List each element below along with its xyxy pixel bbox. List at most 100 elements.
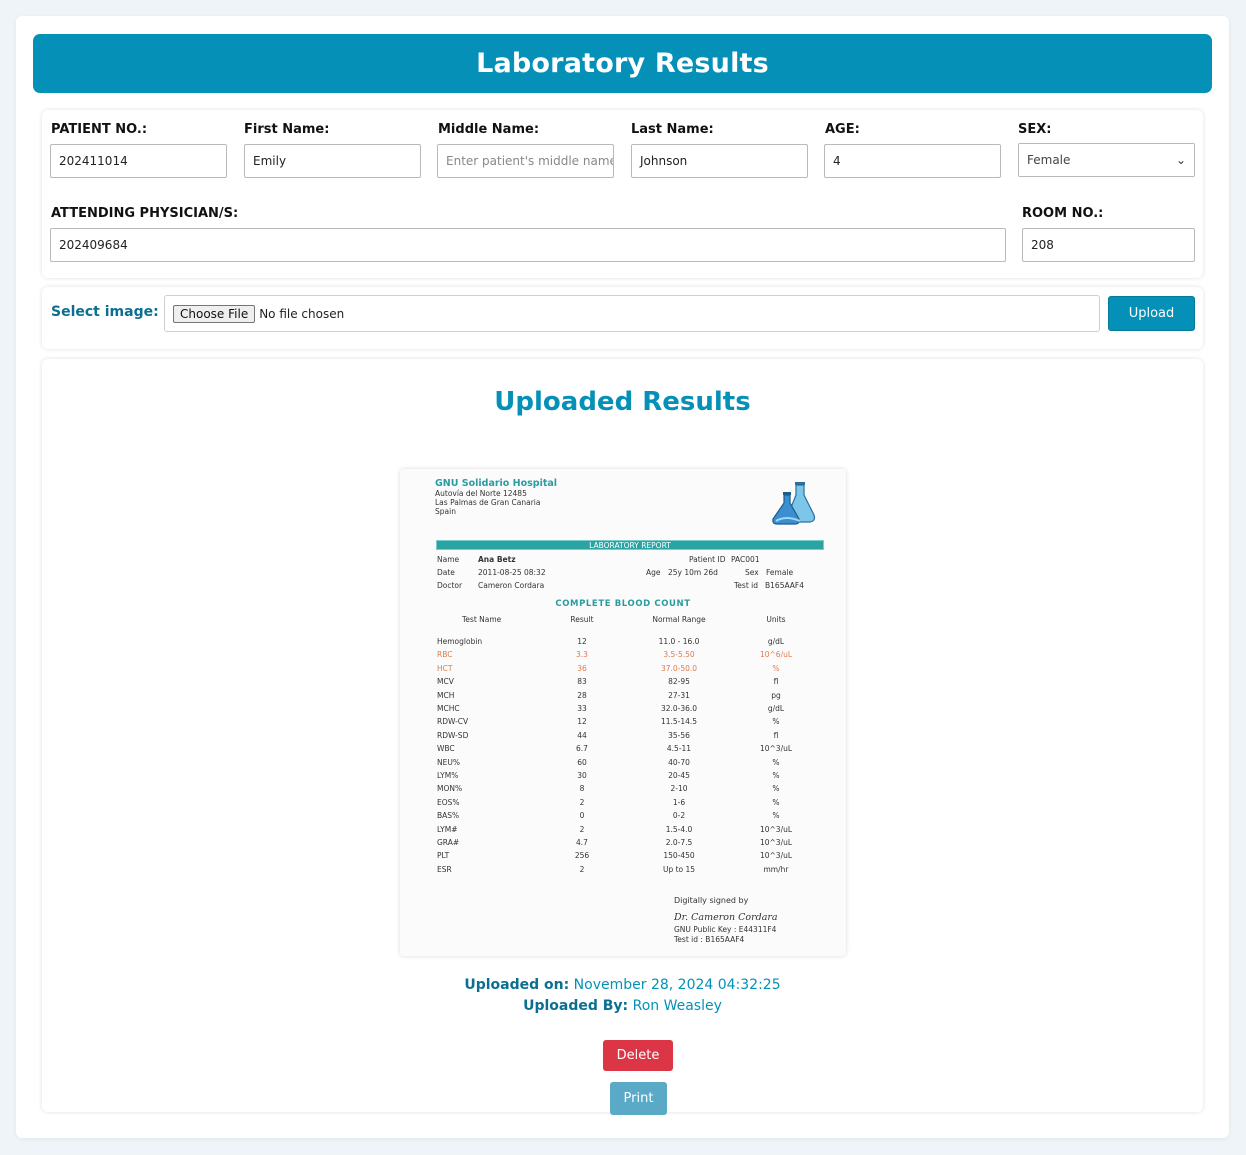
age-label: AGE:	[825, 122, 860, 137]
age-input[interactable]: 4	[824, 144, 1001, 178]
report-cell-name: MCHC	[437, 704, 460, 713]
report-cell-name: LYM%	[437, 771, 459, 780]
report-cell-range: 37.0-50.0	[660, 663, 698, 673]
sex-select[interactable]: Female ⌄	[1018, 143, 1195, 177]
report-cell-range: 3.5-5.50	[663, 650, 695, 660]
choose-file-button[interactable]: Choose File	[173, 304, 256, 323]
report-table-row: GRA# 4.7 2.0-7.5 10^3/uL	[400, 838, 846, 848]
report-cell-units: %	[772, 784, 780, 794]
physician-input[interactable]: 202409684	[50, 228, 1006, 262]
uploaded-on-line: Uploaded on: November 28, 2024 04:32:25	[42, 977, 1203, 993]
report-age-label: Age	[646, 568, 661, 577]
report-patient-id: PAC001	[731, 555, 760, 564]
report-cell-range: 150-450	[663, 851, 695, 861]
results-title: Uploaded Results	[494, 387, 751, 417]
report-sex: Female	[766, 568, 794, 577]
report-cell-range: 11.5-14.5	[660, 717, 698, 727]
signed-by-text: Digitally signed by	[674, 896, 749, 905]
report-cell-name: Hemoglobin	[437, 637, 483, 646]
report-cell-units: 10^6/uL	[759, 650, 793, 660]
report-cell-units: g/dL	[767, 637, 785, 646]
report-cell-result: 2	[579, 864, 585, 874]
report-cell-range: 1.5-4.0	[665, 824, 693, 834]
report-cell-range: 35-56	[668, 730, 690, 740]
last-name-input[interactable]: Johnson	[631, 144, 808, 178]
signature-details: GNU Public Key : E44311F4 Test id : B165…	[674, 925, 777, 944]
report-cell-name: RBC	[437, 650, 453, 660]
signature: Dr. Cameron Cordara	[674, 912, 778, 923]
report-cell-result: 12	[577, 637, 587, 646]
report-doctor: Cameron Cordara	[478, 581, 545, 590]
report-cell-name: BAS%	[437, 811, 460, 821]
report-cell-range: 4.5-11	[666, 744, 692, 754]
report-cell-result: 2	[579, 797, 585, 807]
report-cell-units: %	[772, 797, 780, 807]
middle-name-label: Middle Name:	[438, 122, 540, 137]
report-cell-units: mm/hr	[763, 864, 789, 874]
report-table-row: RDW-SD 44 35-56 fl	[400, 731, 846, 741]
report-cell-result: 2	[579, 824, 585, 834]
report-cell-result: 60	[577, 757, 587, 767]
report-table-row: NEU% 60 40-70%	[400, 758, 846, 768]
report-cell-result: 28	[577, 690, 587, 700]
patient-no-input[interactable]: 202411014	[50, 144, 227, 178]
report-cell-result: 36	[577, 663, 587, 673]
results-card: Uploaded Results GNU Solidario Hospital …	[42, 359, 1203, 1115]
report-cell-name: MON%	[437, 784, 463, 794]
report-cell-name: GRA#	[437, 838, 460, 847]
uploaded-by-label: Uploaded By:	[523, 998, 629, 1014]
report-table-row: LYM# 2 1.5-4.0 10^3/uL	[400, 825, 846, 835]
report-section-title: COMPLETE BLOOD COUNT	[555, 599, 691, 609]
print-button[interactable]: Print	[610, 1082, 667, 1115]
report-cell-name: ESR	[437, 864, 452, 874]
report-cell-result: 8	[579, 784, 585, 794]
report-cell-units: 10^3/uL	[759, 838, 793, 847]
report-cell-range: 82-95	[668, 677, 690, 687]
report-cell-units: 10^3/uL	[759, 851, 793, 861]
room-input[interactable]: 208	[1022, 228, 1195, 262]
report-cell-units: pg	[771, 690, 781, 700]
file-input[interactable]: Choose File No file chosen	[164, 295, 1100, 332]
report-age: 25y 10m 26d	[668, 568, 718, 577]
uploaded-on-label: Uploaded on:	[464, 977, 570, 993]
patient-info-card: PATIENT NO.: 202411014 First Name: Emily…	[42, 110, 1203, 278]
report-cell-result: 4.7	[576, 838, 588, 847]
report-cell-result: 6.7	[576, 744, 588, 754]
report-cell-range: 2.0-7.5	[665, 838, 693, 847]
report-cell-units: g/dL	[767, 704, 785, 713]
report-cell-units: fl	[773, 730, 779, 740]
report-cell-units: fl	[773, 677, 779, 687]
sex-value: Female	[1027, 153, 1071, 167]
report-cell-range: 27-31	[668, 690, 690, 700]
report-cell-name: MCH	[437, 690, 455, 700]
report-name: Ana Betz	[478, 555, 516, 564]
report-banner: LABORATORY REPORT	[436, 540, 824, 550]
report-cell-units: %	[772, 771, 780, 780]
first-name-label: First Name:	[244, 122, 330, 137]
report-cell-result: 256	[574, 851, 590, 861]
first-name-input[interactable]: Emily	[244, 144, 421, 178]
report-table-row: MON% 8 2-10%	[400, 784, 846, 794]
report-table-row: MCV 83 82-95 fl	[400, 677, 846, 687]
report-cell-result: 83	[577, 677, 587, 687]
uploaded-on-value: November 28, 2024 04:32:25	[573, 977, 781, 993]
report-cell-range: 0-2	[672, 811, 686, 821]
report-hospital-name: GNU Solidario Hospital	[435, 478, 558, 489]
room-label: ROOM NO.:	[1022, 206, 1104, 221]
report-cell-result: 30	[577, 771, 587, 780]
report-doctor-label: Doctor	[437, 581, 463, 590]
report-cell-result: 3.3	[576, 650, 588, 660]
report-cell-units: %	[772, 757, 780, 767]
report-table-row: WBC 6.7 4.5-11 10^3/uL	[400, 744, 846, 754]
report-cell-name: EOS%	[437, 797, 460, 807]
report-cell-result: 44	[577, 730, 587, 740]
main-container: Laboratory Results PATIENT NO.: 20241101…	[16, 16, 1229, 1138]
report-table-row: MCHC 33 32.0-36.0 g/dL	[400, 704, 846, 714]
report-cell-range: 1-6	[672, 797, 686, 807]
page-title: Laboratory Results	[476, 48, 769, 79]
report-cell-range: 32.0-36.0	[660, 704, 698, 713]
upload-button[interactable]: Upload	[1108, 296, 1195, 331]
delete-button[interactable]: Delete	[603, 1040, 673, 1071]
report-date-label: Date	[437, 568, 455, 577]
middle-name-input[interactable]: Enter patient's middle name	[437, 144, 614, 178]
